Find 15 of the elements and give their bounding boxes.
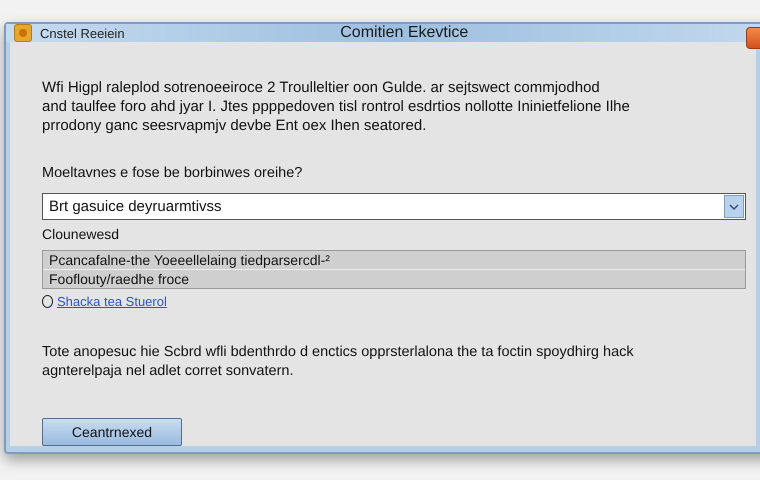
question-label: Moeltavnes e fose be borbinwes oreihe?: [42, 165, 304, 181]
window-title: Comitien Ekevtice: [340, 24, 470, 42]
option-label: Clounewesd: [42, 226, 120, 242]
app-icon: [14, 24, 32, 42]
dropdown-field[interactable]: Brt gasuice deyruarmtivss: [42, 193, 746, 220]
dropdown-button[interactable]: [724, 195, 744, 218]
continue-button[interactable]: Ceantrnexed: [42, 418, 182, 446]
link[interactable]: Shacka tea Stuerol: [57, 294, 167, 309]
chevron-icon: [729, 202, 739, 210]
list-item[interactable]: Pcancafalne-the Yoeeellelaing tiedparsercdl-²: [43, 251, 745, 270]
list-item[interactable]: Fooflouty/raedhe froce: [43, 270, 745, 288]
radio-button[interactable]: [42, 295, 53, 308]
intro-text: Wfi Higpl raleplod sotrenoeeiroce 2 Troulleltier oon Gulde. ar sejtswect commjodhod and taulfee foro ahd jyar I. Jtes ppppedoven tisl rontrol esdrtios nollotte Ininietfelione Ilhe prrodony ganc seesrvapmjv devbe Ent oex Ihen seatored.: [42, 78, 631, 135]
window-label: Cnstel Reeiein: [40, 26, 125, 40]
note-text: Tote anopesuc hie Scbrd wfli bdenthrdo d enctics opprsterlalona the ta foctin spoydhirg hack agnterelpaja nel adlet corret sonvatern.: [42, 343, 635, 381]
